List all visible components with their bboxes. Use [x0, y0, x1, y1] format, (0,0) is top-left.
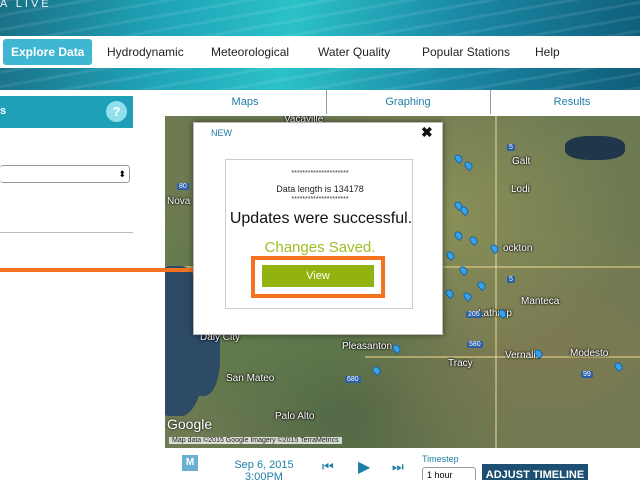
map-label-tracy: Tracy	[448, 358, 473, 369]
google-logo: Google	[167, 416, 213, 432]
select-arrows-icon: ⬍	[118, 169, 126, 179]
station-marker[interactable]	[444, 249, 457, 262]
station-marker[interactable]	[370, 364, 383, 377]
nav-meteorological[interactable]: Meteorological	[211, 36, 289, 68]
station-marker[interactable]	[390, 342, 403, 355]
station-marker[interactable]	[443, 287, 456, 300]
tab-graphing[interactable]: Graphing	[368, 92, 448, 112]
map-label-pleasanton: Pleasanton	[342, 341, 393, 352]
station-marker[interactable]	[475, 279, 488, 292]
station-marker[interactable]	[462, 159, 475, 172]
timeline-time: 3:00PM	[245, 471, 283, 480]
map-label-modesto: Modesto	[570, 348, 609, 359]
data-length-text: Data length is 134178	[276, 184, 364, 194]
highway-shield-5: 5	[507, 276, 515, 283]
map-attribution: Map data ©2015 Google Imagery ©2015 Terr…	[169, 437, 342, 444]
highway-shield-80: 80	[177, 183, 189, 190]
timeline-date: Sep 6, 2015	[234, 459, 294, 471]
map-label-stockton: ockton	[503, 243, 533, 254]
play-icon[interactable]: ▶	[358, 457, 370, 477]
next-icon[interactable]: ⏭	[392, 459, 404, 475]
brand-name: A LIVE	[0, 0, 52, 10]
station-marker[interactable]	[467, 234, 480, 247]
sidebar-select[interactable]: ⬍	[0, 165, 130, 183]
map-label-lodi: Lodi	[511, 184, 530, 195]
separator-stars: *********************	[291, 196, 349, 203]
station-marker[interactable]	[488, 242, 501, 255]
tab-maps[interactable]: Maps	[205, 92, 285, 112]
main-nav: Explore Data Hydrodynamic Meteorological…	[0, 36, 640, 68]
close-icon[interactable]: ✖	[421, 124, 433, 141]
adjust-timeline-button[interactable]: ADJUST TIMELINE	[482, 464, 588, 480]
map-lake-water	[565, 136, 625, 160]
annotation-arrow-shaft	[0, 268, 222, 272]
sidebar-header: s ?	[0, 96, 133, 128]
map-label-novato: Nova	[167, 196, 191, 207]
timestep-select[interactable]: 1 hour	[422, 467, 476, 480]
timeline-datetime: Sep 6, 2015 3:00PM	[226, 459, 302, 480]
map-road	[495, 116, 497, 448]
sidebar-divider	[0, 232, 133, 233]
highway-shield-680: 680	[345, 376, 361, 383]
nav-explore-data[interactable]: Explore Data	[3, 39, 93, 65]
nav-hydrodynamic[interactable]: Hydrodynamic	[107, 36, 184, 68]
success-message: Updates were successful.	[229, 210, 413, 227]
nav-water-quality[interactable]: Water Quality	[318, 36, 390, 68]
station-marker[interactable]	[458, 204, 471, 217]
timestep-label: Timestep	[422, 454, 459, 464]
station-marker[interactable]	[612, 360, 625, 373]
dialog-title: NEW	[211, 128, 232, 138]
saved-message: Changes Saved.	[264, 239, 376, 256]
prev-icon[interactable]: ⏮	[322, 459, 334, 475]
tab-divider	[326, 90, 327, 114]
map-label-palo-alto: Palo Alto	[275, 411, 315, 422]
highway-shield-580: 580	[467, 341, 483, 348]
sidebar-title: s	[0, 105, 7, 117]
station-marker[interactable]	[461, 290, 474, 303]
m-button[interactable]: M	[182, 455, 198, 471]
separator-stars: *********************	[291, 170, 349, 177]
map-label-san-mateo: San Mateo	[226, 373, 275, 384]
station-marker[interactable]	[452, 152, 465, 165]
map-label-manteca: Manteca	[521, 296, 560, 307]
annotation-highlight-box	[251, 256, 385, 298]
nav-popular-stations[interactable]: Popular Stations	[422, 36, 510, 68]
update-dialog: NEW ✖ ********************* Data length …	[193, 122, 443, 335]
nav-help[interactable]: Help	[535, 36, 560, 68]
help-button[interactable]: ?	[106, 101, 127, 122]
highway-shield-5: 5	[507, 144, 515, 151]
station-marker[interactable]	[452, 229, 465, 242]
map-label-galt: Galt	[512, 156, 531, 167]
tab-divider	[490, 90, 491, 114]
highway-shield-99: 99	[581, 371, 593, 378]
highway-shield-205: 205	[466, 311, 482, 318]
tab-results[interactable]: Results	[532, 92, 612, 112]
